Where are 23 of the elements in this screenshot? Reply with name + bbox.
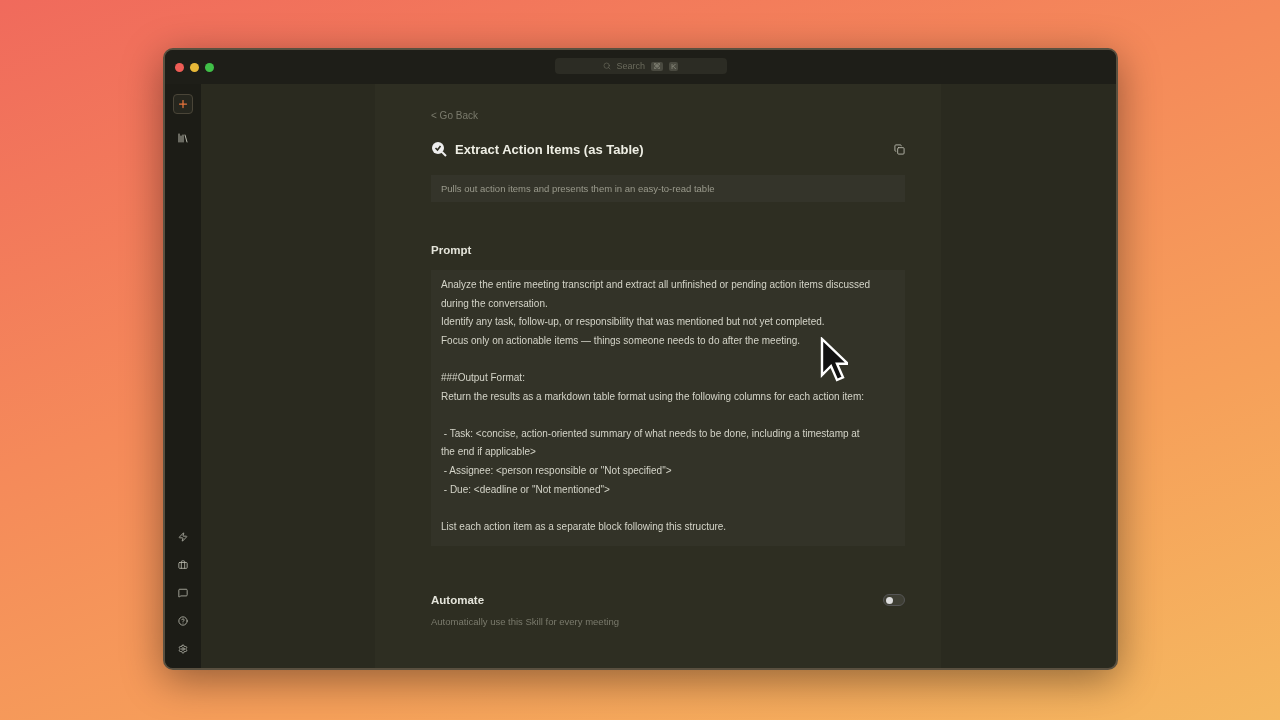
- prompt-heading: Prompt: [431, 244, 473, 256]
- prompt-text[interactable]: Analyze the entire meeting transcript and extract all unfinished or pending action items discussed during the conversation. Identify any task, follow-up, or responsibility that was mentioned but not yet completed. Focus only on actionable items — things someone needs to do after the meeting. ###Output Format: Return the results as a markdown table format using the following columns for each action item: - Task: <concise, action-oriented summary of what needs to be done, including a timestamp at the end if applicable> - Assignee: <person responsible or "Not specified"> - Due: <deadline or "Not mentioned"> List each action item as a separate block following this structure.: [431, 270, 905, 547]
- help-icon[interactable]: [177, 616, 188, 626]
- search-check-icon: [431, 141, 447, 157]
- automate-heading: Automate: [431, 594, 485, 607]
- library-icon[interactable]: [176, 132, 189, 144]
- briefcase-icon[interactable]: [177, 560, 188, 570]
- close-button[interactable]: [174, 62, 184, 72]
- skill-description[interactable]: Pulls out action items and presents them in an easy-to-read table: [431, 175, 905, 202]
- bolt-icon[interactable]: [177, 532, 188, 542]
- new-button[interactable]: [172, 94, 193, 114]
- cursor-icon: [820, 337, 848, 383]
- search-icon: [602, 62, 611, 70]
- automate-description: Automatically use this Skill for every meeting: [431, 616, 620, 628]
- go-back-link[interactable]: < Go Back: [431, 110, 478, 121]
- chat-icon[interactable]: [177, 588, 188, 598]
- plus-icon: [176, 98, 189, 110]
- minimize-button[interactable]: [189, 62, 199, 72]
- automate-toggle[interactable]: [883, 594, 905, 607]
- skill-title: Extract Action Items (as Table): [455, 141, 645, 157]
- copy-icon[interactable]: [894, 143, 905, 155]
- settings-icon[interactable]: [177, 644, 188, 654]
- zoom-button[interactable]: [204, 62, 214, 72]
